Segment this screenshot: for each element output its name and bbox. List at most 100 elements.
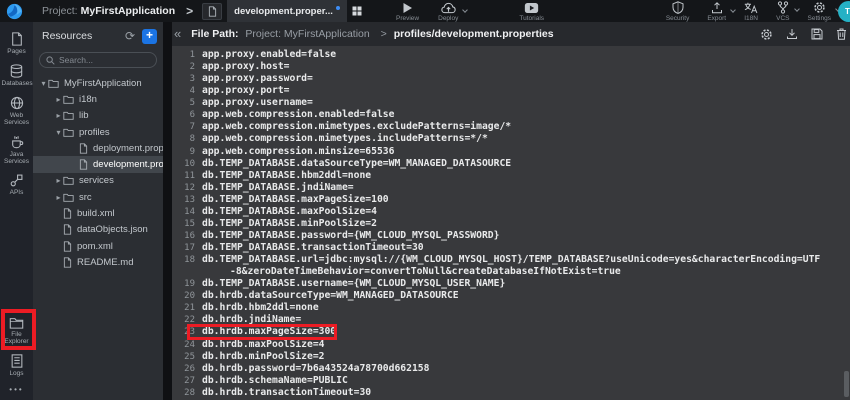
tree-item-readme-md[interactable]: README.md xyxy=(33,254,163,270)
code-line: 23db.hrdb.maxPageSize=300 xyxy=(172,326,850,338)
tab-development-properties[interactable]: development.proper... xyxy=(227,0,347,22)
panel-resizer[interactable] xyxy=(163,22,172,400)
sidebar-item-file-explorer[interactable]: File Explorer xyxy=(0,312,33,349)
chevron-down-icon xyxy=(730,7,736,13)
add-resource-button[interactable]: + xyxy=(142,29,157,44)
code-line: 4app.proxy.port= xyxy=(172,85,850,97)
line-number: 13 xyxy=(172,194,202,206)
topbar-nav-right: Security Export I18N VCS Settings xyxy=(664,0,833,22)
code-line: 14db.TEMP_DATABASE.maxPoolSize=4 xyxy=(172,206,850,218)
caret-down-icon[interactable]: ▾ xyxy=(54,128,63,137)
tree-item-src[interactable]: ▸src xyxy=(33,189,163,205)
caret-right-icon[interactable]: ▸ xyxy=(54,176,63,185)
nav-export-button[interactable]: Export xyxy=(705,1,728,22)
line-number: 4 xyxy=(172,85,202,97)
tree-item-deployment-properties[interactable]: deployment.properties xyxy=(33,140,163,156)
grid-icon[interactable] xyxy=(352,6,362,16)
line-number: 7 xyxy=(172,121,202,133)
sidebar-item-java-services[interactable]: Java Services xyxy=(0,130,33,169)
sidebar-item-apis[interactable]: APIs xyxy=(0,169,33,200)
code-line: 27db.hrdb.schemaName=PUBLIC xyxy=(172,375,850,387)
nav-security-button[interactable]: Security xyxy=(664,0,691,22)
code-line: 6app.web.compression.enabled=false xyxy=(172,109,850,121)
line-number: 3 xyxy=(172,73,202,85)
tree-item-label: profiles xyxy=(79,127,110,138)
nav-i18n-button[interactable]: I18N xyxy=(742,1,760,22)
tree-item-services[interactable]: ▸services xyxy=(33,173,163,189)
more-options-icon[interactable]: ••• xyxy=(0,381,33,400)
code-text: db.TEMP_DATABASE.username={WM_CLOUD_MYSQ… xyxy=(202,278,505,290)
rail-bottom-group: File Explorer Logs xyxy=(0,312,33,381)
scrollbar-thumb[interactable] xyxy=(844,371,849,397)
chevron-right-icon: > xyxy=(186,4,193,18)
line-number: 1 xyxy=(172,49,202,61)
file-tree: ▾ MyFirstApplication ▸i18n▸lib ▾ profiles dep… xyxy=(33,75,163,271)
nav-deploy-button[interactable]: Deploy xyxy=(436,1,460,22)
file-path-value: profiles/development.properties xyxy=(394,28,554,40)
download-icon[interactable] xyxy=(786,28,798,40)
web-services-icon xyxy=(10,96,24,110)
rail-top-group: Pages DatabasesWeb ServicesJava ServicesA… xyxy=(0,27,33,200)
tree-item-build-xml[interactable]: build.xml xyxy=(33,205,163,221)
line-number: 8 xyxy=(172,133,202,145)
topbar: Project:MyFirstApplication > development… xyxy=(0,0,850,22)
security-icon xyxy=(672,1,684,14)
file-tab-icon-button[interactable] xyxy=(202,3,222,20)
nav-tutorials-button[interactable]: Tutorials xyxy=(517,1,546,22)
tree-item-label: build.xml xyxy=(77,208,115,219)
tree-item-label: MyFirstApplication xyxy=(64,78,142,89)
collapse-panel-icon[interactable]: « xyxy=(174,26,181,41)
nav-preview-button[interactable]: Preview xyxy=(394,1,421,22)
line-number xyxy=(172,266,202,278)
nav-label: Security xyxy=(666,15,689,22)
code-text: db.TEMP_DATABASE.dataSourceType=WM_MANAG… xyxy=(202,158,511,170)
caret-right-icon[interactable]: ▸ xyxy=(54,95,63,104)
file-path-label: File Path: xyxy=(191,28,238,40)
search-input[interactable] xyxy=(59,55,150,65)
databases-icon xyxy=(10,64,23,78)
file-icon xyxy=(79,159,88,170)
settings-icon[interactable] xyxy=(760,28,773,41)
file-icon xyxy=(63,257,72,268)
java-services-icon xyxy=(10,135,24,149)
code-editor[interactable]: 1app.proxy.enabled=false2app.proxy.host=… xyxy=(172,46,850,400)
tree-item-pom-xml[interactable]: pom.xml xyxy=(33,238,163,254)
code-text: db.TEMP_DATABASE.jndiName= xyxy=(202,182,354,194)
code-line: 5app.proxy.username= xyxy=(172,97,850,109)
line-number: 11 xyxy=(172,170,202,182)
sidebar-item-pages[interactable]: Pages xyxy=(0,27,33,59)
delete-icon[interactable] xyxy=(836,28,847,40)
line-number: 17 xyxy=(172,242,202,254)
sidebar-item-web-services[interactable]: Web Services xyxy=(0,91,33,130)
nav-settings-button[interactable]: Settings xyxy=(806,0,834,22)
avatar[interactable]: TI xyxy=(838,1,850,22)
tree-item-profiles[interactable]: ▾ profiles xyxy=(33,124,163,140)
nav-label: VCS xyxy=(776,15,789,22)
refresh-icon[interactable]: ⟳ xyxy=(125,30,135,42)
tree-item-dataobjects-json[interactable]: dataObjects.json xyxy=(33,222,163,238)
tree-item-label: README.md xyxy=(77,257,133,268)
sidebar-item-logs[interactable]: Logs xyxy=(0,349,33,381)
tree-item-i18n[interactable]: ▸i18n xyxy=(33,91,163,107)
save-icon[interactable] xyxy=(811,28,823,40)
caret-right-icon[interactable]: ▸ xyxy=(54,193,63,202)
deploy-icon xyxy=(441,2,456,14)
code-text: app.web.compression.minsize=65536 xyxy=(202,146,394,158)
resources-title: Resources xyxy=(42,30,125,42)
tree-item-lib[interactable]: ▸lib xyxy=(33,108,163,124)
sidebar-item-databases[interactable]: Databases xyxy=(0,59,33,91)
code-text: db.hrdb.hbm2ddl=none xyxy=(202,302,319,314)
sidebar-item-label: Logs xyxy=(2,370,32,377)
tree-item-development-properties[interactable]: development.properties xyxy=(33,156,163,172)
editor-header: « File Path: Project: MyFirstApplication… xyxy=(172,22,850,46)
caret-down-icon[interactable]: ▾ xyxy=(39,79,48,88)
nav-label: Settings xyxy=(808,15,832,22)
sidebar-item-label: Pages xyxy=(2,48,32,55)
code-line: 10db.TEMP_DATABASE.dataSourceType=WM_MAN… xyxy=(172,158,850,170)
tree-item-myfirstapplication[interactable]: ▾ MyFirstApplication xyxy=(33,75,163,91)
tree-item-label: pom.xml xyxy=(77,241,113,252)
nav-vcs-button[interactable]: VCS xyxy=(774,0,791,22)
caret-right-icon[interactable]: ▸ xyxy=(54,111,63,120)
code-text: app.proxy.password= xyxy=(202,73,313,85)
code-line: 13db.TEMP_DATABASE.maxPageSize=100 xyxy=(172,194,850,206)
